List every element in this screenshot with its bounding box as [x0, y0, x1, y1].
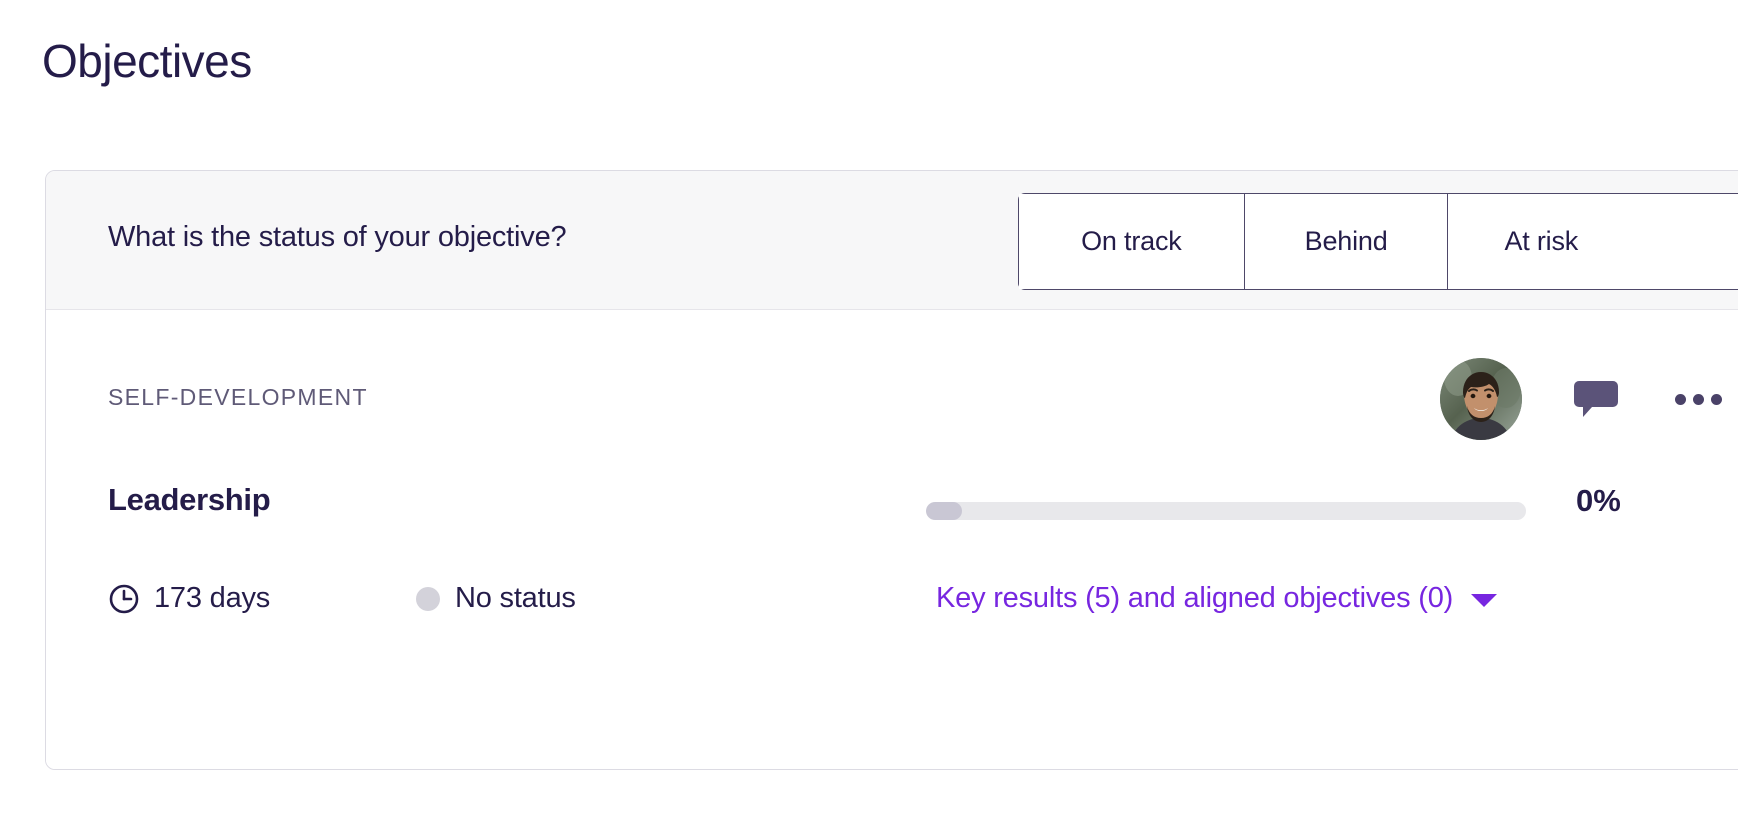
objective-progress-bar [926, 502, 1526, 520]
objective-meta-icons [1440, 358, 1734, 440]
progress-fill [926, 502, 962, 520]
objective-card: What is the status of your objective? On… [45, 170, 1738, 770]
key-results-expand-link[interactable]: Key results (5) and aligned objectives (… [936, 582, 1498, 615]
objective-status-group: No status [416, 582, 576, 615]
status-button-at-risk[interactable]: At risk [1448, 194, 1738, 289]
key-results-expand-label: Key results (5) and aligned objectives (… [936, 582, 1454, 614]
comment-bubble-icon[interactable] [1574, 376, 1620, 422]
status-button-on-track[interactable]: On track [1019, 194, 1245, 289]
objective-category-label: SELF-DEVELOPMENT [108, 384, 368, 410]
objective-status-text: No status [455, 582, 576, 614]
progress-track [926, 502, 1526, 520]
more-dot [1674, 393, 1686, 405]
days-remaining-group: 173 days [108, 582, 270, 615]
clock-icon [109, 584, 139, 613]
days-remaining-text: 173 days [154, 582, 271, 614]
more-options-icon[interactable] [1672, 376, 1724, 422]
page-title: Objectives [42, 35, 252, 87]
more-dot [1710, 393, 1722, 405]
status-dot-icon [416, 586, 440, 611]
objective-footer: 173 days No status Key results (5) and a… [46, 582, 1738, 642]
objective-title: Leadership [108, 482, 271, 517]
objective-status-header: What is the status of your objective? On… [46, 171, 1738, 310]
avatar[interactable] [1440, 358, 1522, 440]
progress-percentage: 0% [1576, 483, 1621, 518]
status-button-behind[interactable]: Behind [1244, 194, 1449, 289]
status-question-label: What is the status of your objective? [108, 221, 567, 253]
objective-body: SELF-DEVELOPMENT Leadership 0% 173 days … [46, 310, 1738, 769]
status-segmented-control[interactable]: On track Behind At risk [1018, 193, 1738, 290]
chevron-down-icon[interactable] [1471, 594, 1498, 607]
more-dot [1692, 393, 1704, 405]
